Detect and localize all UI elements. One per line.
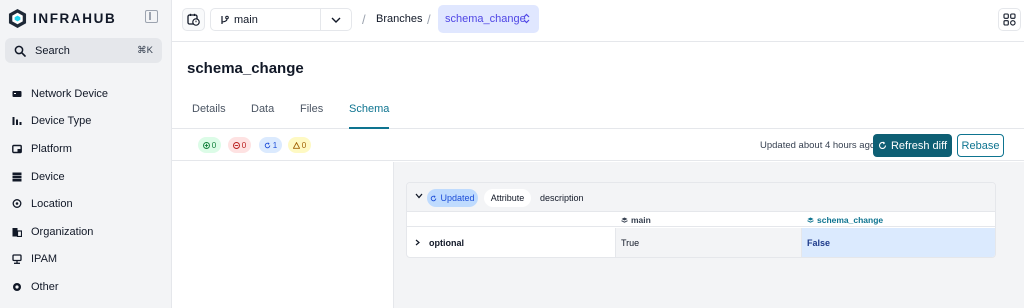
chevron-up-down-icon xyxy=(523,13,530,24)
apps-grid-icon xyxy=(1003,13,1016,26)
rebase-button[interactable]: Rebase xyxy=(957,134,1004,157)
warning-icon xyxy=(292,141,300,149)
tab-files[interactable]: Files xyxy=(300,103,323,129)
tab-data[interactable]: Data xyxy=(251,103,274,129)
sidebar-item-organization[interactable]: Organization xyxy=(0,218,172,246)
organization-icon xyxy=(12,227,22,237)
column-main-label: main xyxy=(631,215,651,225)
branch-name: main xyxy=(234,13,258,26)
tab-bar: Details Data Files Schema xyxy=(172,97,1024,129)
location-pin-icon xyxy=(12,199,22,209)
git-branch-icon xyxy=(221,15,229,24)
search-shortcut: ⌘K xyxy=(137,45,153,56)
main-value-cell: True xyxy=(615,228,801,257)
current-branch-label: schema_change xyxy=(445,13,526,25)
chevron-right-icon[interactable] xyxy=(415,239,420,246)
layers-icon xyxy=(807,217,814,223)
page-title: schema_change xyxy=(187,60,304,77)
sidebar-item-label: Other xyxy=(31,280,59,293)
diff-column-header: main schema_change xyxy=(407,212,995,227)
diff-tree-pane xyxy=(187,162,394,308)
breadcrumb-current-branch[interactable]: schema_change xyxy=(438,5,539,33)
removed-count-badge[interactable]: 0 xyxy=(228,137,251,153)
other-icon xyxy=(13,282,21,291)
diff-toolbar: 0 0 1 0 Updated about 4 hours ago Refres… xyxy=(172,129,1024,161)
chevron-down-icon[interactable] xyxy=(415,193,423,199)
sidebar-item-label: Organization xyxy=(31,225,94,238)
sidebar-item-label: Platform xyxy=(31,142,72,155)
diff-detail-pane: Updated Attribute description main schem… xyxy=(394,162,1024,308)
breadcrumb-separator: / xyxy=(362,12,366,27)
apps-menu-button[interactable] xyxy=(998,8,1021,31)
sidebar-item-device[interactable]: Device xyxy=(0,163,172,191)
schema-value-cell: False xyxy=(801,228,995,257)
platform-icon xyxy=(12,144,22,154)
sidebar-item-label: Device xyxy=(31,170,65,183)
calendar-clock-icon xyxy=(187,13,200,26)
conflict-count-badge[interactable]: 0 xyxy=(288,137,311,153)
updated-count-badge[interactable]: 1 xyxy=(259,137,282,153)
kind-badge: Attribute xyxy=(484,189,531,207)
layers-icon xyxy=(621,217,628,223)
sidebar-item-label: Network Device xyxy=(31,87,109,100)
status-label: Updated xyxy=(440,193,475,203)
sidebar-item-platform[interactable]: Platform xyxy=(0,135,172,163)
ipam-icon xyxy=(12,254,22,265)
search-button[interactable]: Search ⌘K xyxy=(5,38,162,63)
column-main: main xyxy=(621,215,651,225)
top-header: main / Branches / schema_change xyxy=(172,0,1024,42)
plus-circle-icon xyxy=(202,141,210,149)
sidebar-item-device-type[interactable]: Device Type xyxy=(0,108,172,136)
sidebar-item-label: IPAM xyxy=(31,253,58,266)
server-icon xyxy=(12,90,22,97)
search-icon xyxy=(14,45,26,57)
attribute-name: description xyxy=(540,193,584,203)
last-updated-text: Updated about 4 hours ago xyxy=(760,140,876,151)
tab-details[interactable]: Details xyxy=(192,103,226,129)
tab-schema[interactable]: Schema xyxy=(349,103,390,129)
time-travel-button[interactable] xyxy=(182,8,205,31)
conflict-count: 0 xyxy=(301,140,307,150)
updated-count: 1 xyxy=(272,140,278,150)
infrahub-logo-icon xyxy=(8,8,27,28)
sidebar-item-label: Device Type xyxy=(31,115,92,128)
refresh-icon xyxy=(431,195,437,201)
column-schema-label: schema_change xyxy=(817,215,884,225)
logo-text: INFRAHUB xyxy=(33,10,117,26)
property-name: optional xyxy=(429,237,464,248)
sidebar-item-network-device[interactable]: Network Device xyxy=(0,80,172,108)
column-schema-change: schema_change xyxy=(807,215,883,225)
branch-selector[interactable]: main xyxy=(210,8,352,31)
property-name-cell: optional xyxy=(407,228,615,257)
added-count: 0 xyxy=(211,140,217,150)
search-label: Search xyxy=(35,44,70,57)
added-count-badge[interactable]: 0 xyxy=(198,137,221,153)
refresh-diff-button[interactable]: Refresh diff xyxy=(873,134,952,157)
sidebar-item-label: Location xyxy=(31,198,73,211)
rebase-label: Rebase xyxy=(961,139,1000,152)
sidebar: INFRAHUB Search ⌘K Network Device Device… xyxy=(0,0,172,308)
bar-chart-icon xyxy=(12,117,22,126)
logo[interactable]: INFRAHUB xyxy=(8,7,116,29)
sidebar-item-other[interactable]: Other xyxy=(0,273,172,301)
sidebar-nav: Network Device Device Type Platform Devi… xyxy=(0,80,172,301)
refresh-diff-label: Refresh diff xyxy=(890,139,948,152)
refresh-icon xyxy=(878,141,887,149)
breadcrumb-branches[interactable]: Branches xyxy=(376,13,422,25)
device-icon xyxy=(12,172,22,182)
diff-card-header[interactable]: Updated Attribute description xyxy=(407,183,995,212)
collapse-sidebar-icon[interactable] xyxy=(145,10,158,23)
minus-circle-icon xyxy=(232,141,240,149)
main-content: schema_change Details Data Files Schema … xyxy=(172,42,1024,308)
refresh-icon xyxy=(264,142,271,148)
breadcrumb-separator: / xyxy=(427,12,431,27)
chevron-down-icon[interactable] xyxy=(321,17,351,23)
status-badge: Updated xyxy=(427,189,478,207)
table-row[interactable]: optional True False xyxy=(407,228,995,257)
sidebar-item-location[interactable]: Location xyxy=(0,190,172,218)
removed-count: 0 xyxy=(241,140,247,150)
diff-card: Updated Attribute description main schem… xyxy=(406,182,996,258)
sidebar-item-ipam[interactable]: IPAM xyxy=(0,246,172,274)
